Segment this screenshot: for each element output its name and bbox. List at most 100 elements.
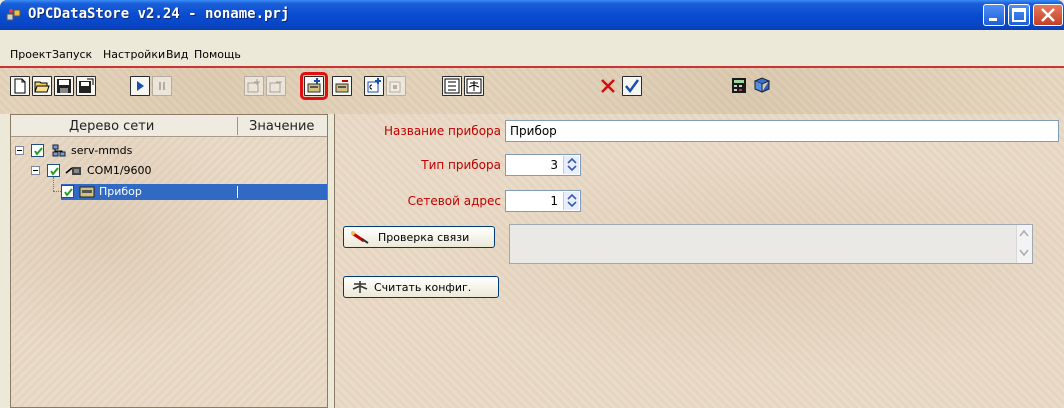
device-type-value: 3 — [550, 158, 558, 172]
spin-up-icon[interactable] — [567, 193, 577, 200]
list-view-icon — [444, 78, 460, 94]
cancel-button[interactable] — [598, 76, 618, 96]
add-tag-icon — [367, 78, 381, 93]
menu-run[interactable]: Запуск — [52, 48, 92, 61]
checkbox[interactable] — [47, 164, 60, 177]
close-button[interactable] — [1033, 4, 1063, 26]
config-view-button[interactable] — [464, 76, 484, 96]
spin-down-icon[interactable] — [567, 201, 577, 208]
spin-arrows[interactable] — [563, 156, 579, 174]
scroll-down-button[interactable] — [1016, 244, 1032, 263]
column-value[interactable]: Значение — [249, 119, 314, 134]
title-bar[interactable]: OPCDataStore v2.24 - noname.prj — [0, 0, 1064, 30]
pause-icon — [159, 82, 165, 90]
remove-tag-icon — [389, 81, 401, 93]
tree-header: Дерево сети Значение — [11, 115, 327, 137]
read-config-icon — [352, 281, 368, 293]
help-book-icon — [753, 77, 771, 93]
save-as-icon — [79, 78, 94, 93]
spin-up-icon[interactable] — [567, 157, 577, 164]
help-button[interactable] — [752, 76, 772, 96]
remove-device-button[interactable] — [332, 76, 352, 96]
add-port-button[interactable] — [244, 76, 264, 96]
spin-arrows[interactable] — [563, 192, 579, 210]
network-address-value: 1 — [550, 194, 558, 208]
add-device-icon — [307, 78, 321, 93]
network-tree-panel[interactable]: Дерево сети Значение serv-mmds COM1/9600… — [10, 114, 328, 408]
menu-settings[interactable]: Настройки — [103, 48, 165, 61]
device-type-spinner[interactable]: 3 — [505, 154, 581, 176]
add-tag-button[interactable] — [364, 76, 384, 96]
start-button[interactable] — [130, 76, 150, 96]
save-icon — [57, 79, 71, 93]
check-icon — [50, 167, 59, 176]
apply-button[interactable] — [622, 76, 642, 96]
menu-project[interactable]: Проект — [10, 48, 52, 61]
device-icon — [79, 186, 95, 198]
remove-port-icon — [269, 81, 282, 93]
tree-node-label: Прибор — [99, 185, 142, 198]
collapse-toggle[interactable] — [15, 146, 24, 155]
remove-tag-button[interactable] — [386, 76, 406, 96]
tree-node-device[interactable]: Прибор — [61, 184, 327, 200]
check-icon — [64, 188, 73, 197]
open-folder-icon — [34, 81, 50, 93]
check-icon — [34, 147, 43, 156]
cancel-x-icon — [601, 79, 615, 93]
new-file-icon — [14, 78, 26, 94]
device-name-input[interactable]: Прибор — [505, 120, 1059, 142]
network-address-spinner[interactable]: 1 — [505, 190, 581, 212]
device-name-value: Прибор — [510, 124, 557, 138]
list-view-button[interactable] — [442, 76, 462, 96]
window-title: OPCDataStore v2.24 - noname.prj — [28, 6, 290, 22]
close-icon — [1041, 8, 1055, 22]
connection-status-box[interactable] — [509, 224, 1033, 264]
pause-button[interactable] — [152, 76, 172, 96]
network-address-label: Сетевой адрес — [407, 194, 501, 208]
column-divider[interactable] — [237, 117, 238, 135]
add-device-button[interactable] — [300, 72, 328, 100]
minimize-button[interactable] — [983, 4, 1005, 26]
toolbar — [0, 66, 1064, 114]
scroll-up-button[interactable] — [1016, 225, 1032, 244]
calculator-button[interactable] — [730, 76, 750, 96]
menu-help[interactable]: Помощь — [194, 48, 241, 61]
checkbox[interactable] — [31, 144, 44, 157]
column-network-tree[interactable]: Дерево сети — [69, 119, 154, 134]
collapse-toggle[interactable] — [31, 166, 40, 175]
maximize-button[interactable] — [1008, 4, 1030, 26]
add-port-icon — [247, 79, 260, 93]
serial-port-icon — [65, 167, 81, 175]
checkbox[interactable] — [61, 185, 74, 198]
tree-node-label: serv-mmds — [71, 144, 133, 157]
config-view-icon — [466, 78, 482, 94]
maximize-icon — [1012, 8, 1026, 22]
remove-device-icon — [335, 80, 349, 93]
new-file-button[interactable] — [10, 76, 30, 96]
play-icon — [137, 81, 144, 91]
check-connection-button[interactable]: Проверка связи — [343, 226, 495, 248]
minimize-icon — [989, 18, 997, 21]
check-connection-label: Проверка связи — [378, 231, 470, 244]
device-name-label: Название прибора — [384, 124, 501, 138]
menu-view[interactable]: Вид — [166, 48, 188, 61]
tree-connector-line — [53, 191, 61, 192]
scroll-up-icon — [1019, 229, 1029, 237]
read-config-label: Считать конфиг. — [374, 281, 472, 294]
app-icon — [6, 9, 21, 21]
device-type-label: Тип прибора — [421, 158, 501, 172]
tree-node-port[interactable]: COM1/9600 — [13, 163, 313, 179]
spin-down-icon[interactable] — [567, 165, 577, 172]
network-server-icon — [52, 144, 66, 157]
calculator-icon — [732, 78, 746, 93]
tree-node-server[interactable]: serv-mmds — [13, 143, 313, 159]
open-button[interactable] — [32, 76, 52, 96]
value-column-marker — [237, 186, 238, 198]
device-properties-panel: Название прибора Прибор Тип прибора 3 Се… — [334, 114, 1064, 408]
tree-node-label: COM1/9600 — [87, 164, 152, 177]
read-config-button[interactable]: Считать конфиг. — [343, 276, 499, 298]
save-as-button[interactable] — [76, 76, 96, 96]
scroll-down-icon — [1019, 249, 1029, 257]
save-button[interactable] — [54, 76, 74, 96]
remove-port-button[interactable] — [266, 76, 286, 96]
